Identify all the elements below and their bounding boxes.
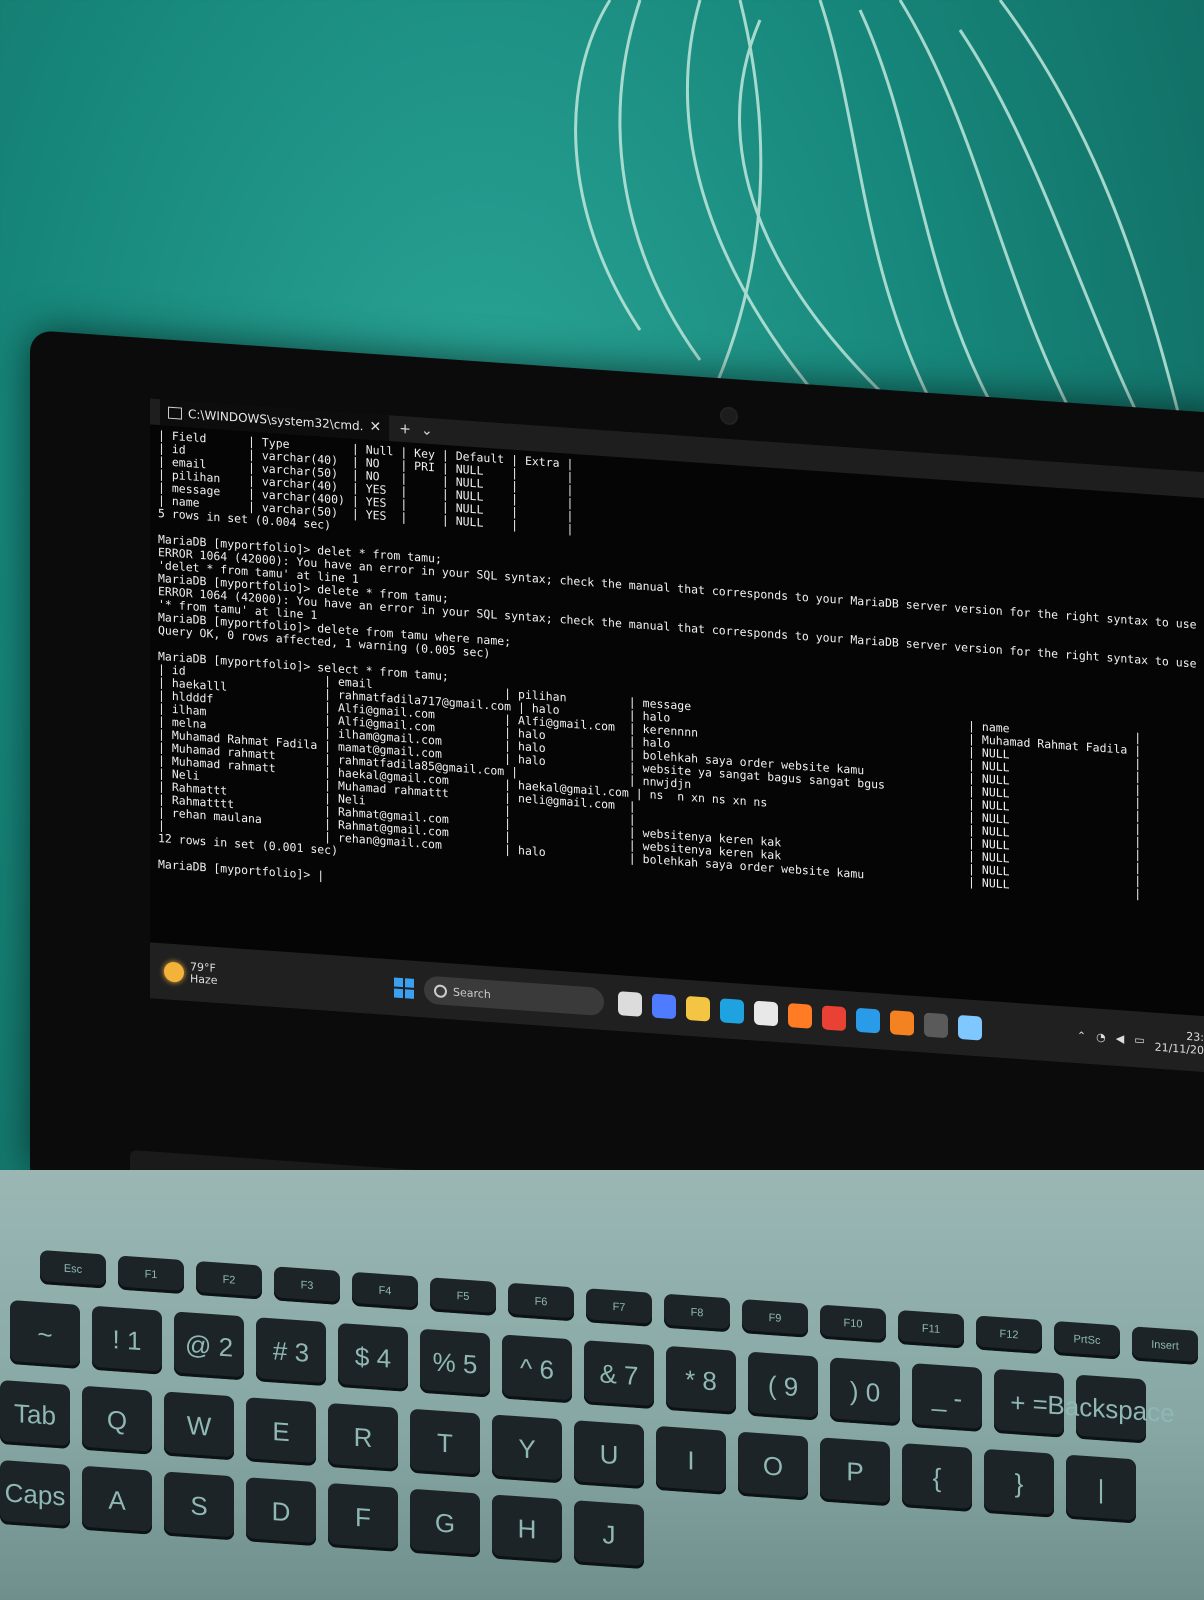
key[interactable]: S (164, 1471, 234, 1541)
key[interactable]: Insert (1132, 1326, 1198, 1365)
key[interactable]: G (410, 1488, 480, 1558)
key[interactable]: F8 (664, 1293, 730, 1333)
key[interactable]: Esc (40, 1250, 106, 1289)
key[interactable]: Y (492, 1414, 562, 1484)
notes-icon[interactable] (958, 1014, 982, 1041)
key[interactable]: ^ 6 (502, 1334, 572, 1404)
key[interactable]: ~ (10, 1300, 80, 1369)
weather-text: Haze (190, 972, 218, 988)
terminal-icon[interactable] (924, 1012, 948, 1039)
weather-widget[interactable]: 79°F Haze (164, 959, 394, 999)
key[interactable]: ! 1 (92, 1305, 162, 1375)
key[interactable]: ( 9 (748, 1351, 818, 1421)
console-output[interactable]: | Field | Type | Null | Key | Default | … (150, 424, 1204, 950)
clock[interactable]: 23:50 21/11/2023 (1155, 1028, 1204, 1058)
key[interactable]: F12 (976, 1315, 1042, 1355)
key[interactable]: F7 (586, 1288, 652, 1327)
key[interactable]: _ - (912, 1363, 982, 1432)
key[interactable]: D (246, 1477, 316, 1547)
cmd-icon (168, 406, 182, 420)
key[interactable]: # 3 (256, 1317, 326, 1387)
keyboard: Esc F1 F2 F3 F4 F5 F6 F7 F8 F9 F10 F11 F12 PrtSc Inser… (0, 1240, 1204, 1600)
xampp-icon[interactable] (890, 1010, 914, 1036)
key[interactable]: Backspace (1047, 1374, 1175, 1444)
key[interactable]: Tab (0, 1380, 70, 1449)
key[interactable]: F5 (430, 1277, 496, 1316)
taskbar-apps (618, 991, 982, 1041)
search-icon (434, 983, 447, 998)
key[interactable]: * 8 (666, 1345, 736, 1415)
key[interactable]: F4 (352, 1271, 418, 1311)
key[interactable]: J (574, 1500, 644, 1570)
windows-start-icon[interactable] (394, 977, 414, 999)
taskbar: 79°F Haze Search ⌃ ◔ ◀ ▭ 23:50 21/11/202… (150, 942, 1204, 1074)
key[interactable]: F11 (898, 1309, 964, 1349)
key[interactable]: % 5 (420, 1328, 490, 1398)
key[interactable]: { (902, 1443, 972, 1512)
edge-icon[interactable] (720, 998, 744, 1024)
key[interactable]: F9 (742, 1299, 808, 1338)
key[interactable]: F2 (196, 1260, 262, 1300)
system-tray: ⌃ ◔ ◀ ▭ 23:50 21/11/2023 (1077, 1022, 1204, 1058)
vscode-icon[interactable] (856, 1007, 880, 1034)
key[interactable]: Q (82, 1385, 152, 1455)
key[interactable]: Caps (0, 1460, 70, 1529)
key[interactable]: E (246, 1397, 316, 1467)
key[interactable]: H (492, 1494, 562, 1564)
weather-icon (164, 961, 184, 983)
key[interactable]: T (410, 1408, 480, 1478)
key[interactable]: ) 0 (830, 1357, 900, 1427)
key[interactable]: } (984, 1448, 1054, 1518)
volume-icon[interactable]: ◀ (1116, 1031, 1124, 1045)
key[interactable]: R (328, 1402, 398, 1472)
key[interactable]: I (656, 1425, 726, 1495)
key[interactable]: | (1066, 1454, 1136, 1524)
key[interactable]: F1 (118, 1255, 184, 1295)
key[interactable]: F10 (820, 1304, 886, 1344)
laptop-bezel: C:\WINDOWS\system32\cmd. ✕ + ⌄ | Field |… (30, 330, 1204, 1254)
chat-icon[interactable] (652, 993, 676, 1020)
key[interactable]: A (82, 1465, 152, 1535)
close-icon[interactable]: ✕ (369, 419, 381, 436)
key[interactable]: U (574, 1420, 644, 1490)
new-tab-icon[interactable]: + (399, 421, 411, 438)
key[interactable]: $ 4 (338, 1322, 408, 1392)
search-label: Search (453, 985, 491, 1001)
battery-icon[interactable]: ▭ (1134, 1033, 1144, 1047)
firefox-icon[interactable] (788, 1003, 812, 1029)
key[interactable]: & 7 (584, 1340, 654, 1410)
key[interactable]: O (738, 1431, 808, 1501)
file-explorer-icon[interactable] (686, 995, 710, 1022)
key[interactable]: F3 (274, 1266, 340, 1305)
clock-date: 21/11/2023 (1154, 1040, 1204, 1059)
notepad-icon[interactable] (754, 1000, 778, 1027)
webcam (720, 406, 738, 426)
laptop-screen: C:\WINDOWS\system32\cmd. ✕ + ⌄ | Field |… (150, 398, 1204, 1074)
key[interactable]: P (820, 1437, 890, 1507)
key[interactable]: W (164, 1391, 234, 1461)
chevron-down-icon[interactable]: ⌄ (421, 422, 433, 439)
key[interactable]: F6 (508, 1282, 574, 1322)
key[interactable]: @ 2 (174, 1311, 244, 1381)
key[interactable]: F (328, 1482, 398, 1552)
chevron-up-icon[interactable]: ⌃ (1077, 1029, 1086, 1043)
chrome-icon[interactable] (822, 1005, 846, 1032)
taskbar-search[interactable]: Search (424, 975, 604, 1017)
task-view-icon[interactable] (618, 991, 642, 1017)
wifi-icon[interactable]: ◔ (1096, 1030, 1106, 1044)
key[interactable]: PrtSc (1054, 1320, 1120, 1360)
